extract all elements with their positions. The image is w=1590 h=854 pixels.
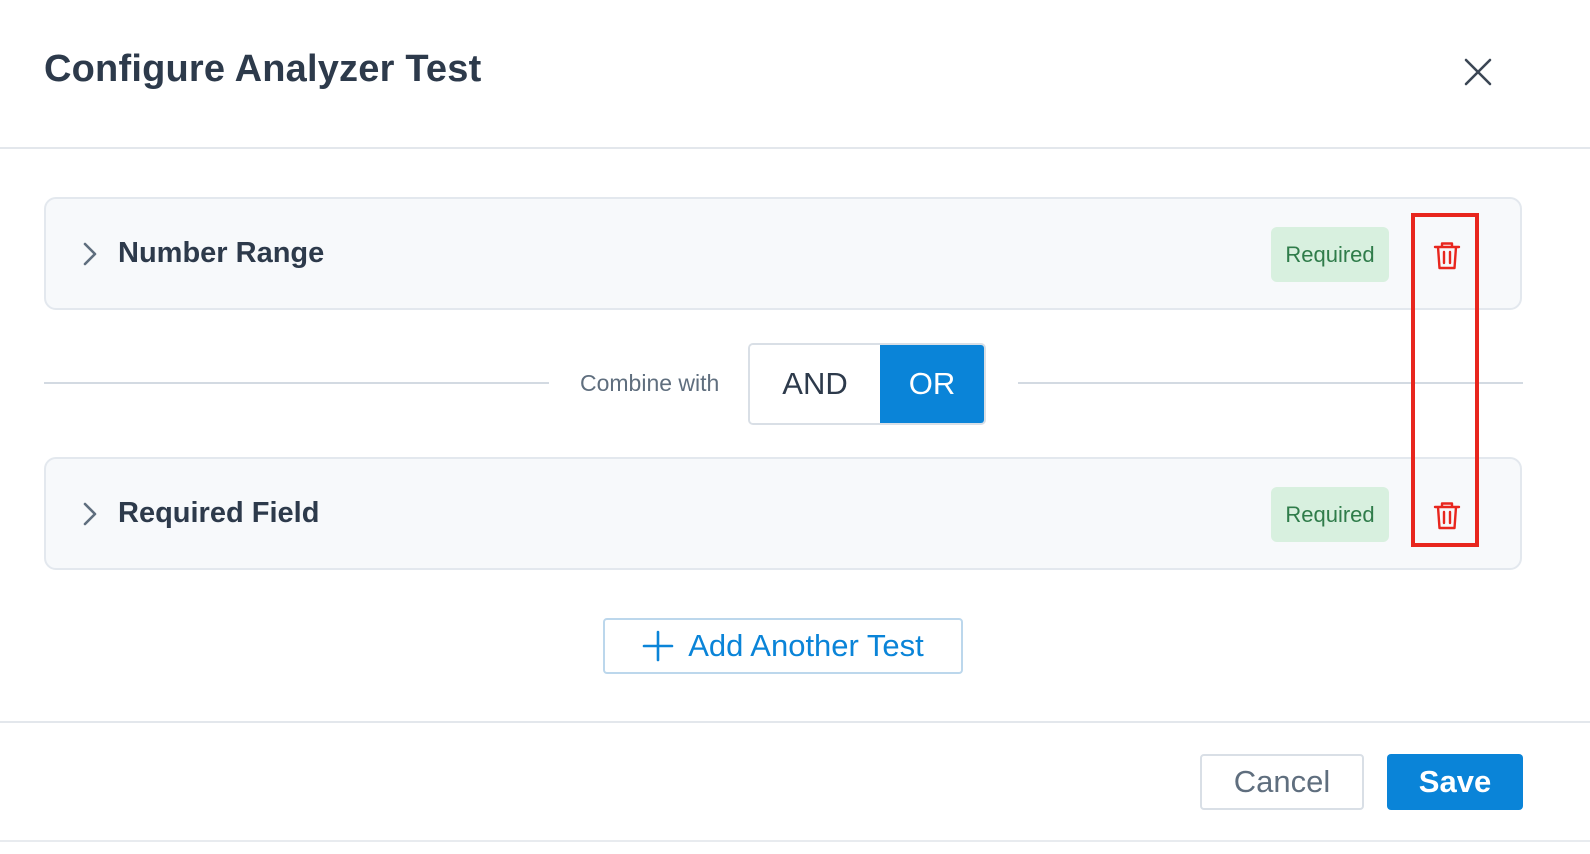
required-badge: Required <box>1271 487 1389 542</box>
chevron-right-icon <box>83 242 97 266</box>
toggle-or-button[interactable]: OR <box>880 345 984 423</box>
toggle-and-button[interactable]: AND <box>750 345 880 423</box>
trash-icon <box>1433 242 1461 270</box>
plus-icon <box>642 630 674 662</box>
chevron-right-icon <box>83 502 97 526</box>
dialog-title: Configure Analyzer Test <box>44 48 482 90</box>
add-another-test-label: Add Another Test <box>688 628 924 663</box>
close-button[interactable] <box>1458 52 1498 92</box>
delete-test-button[interactable] <box>1429 497 1465 533</box>
test-name: Required Field <box>118 497 320 529</box>
test-card-required-field[interactable]: Required Field Required <box>44 457 1522 570</box>
combine-label: Combine with <box>580 370 720 396</box>
footer-bottom-divider <box>0 840 1590 842</box>
save-button[interactable]: Save <box>1387 754 1523 810</box>
divider-left <box>44 382 549 384</box>
add-another-test-button[interactable]: Add Another Test <box>603 618 963 674</box>
footer-divider <box>0 721 1590 723</box>
dialog-header: Configure Analyzer Test <box>0 0 1590 149</box>
divider-right <box>1018 382 1523 384</box>
trash-icon <box>1433 502 1461 530</box>
cancel-button[interactable]: Cancel <box>1200 754 1364 810</box>
combine-toggle: AND OR <box>748 343 986 425</box>
expand-toggle[interactable] <box>78 239 102 269</box>
close-icon <box>1464 58 1492 86</box>
expand-toggle[interactable] <box>78 499 102 529</box>
required-badge: Required <box>1271 227 1389 282</box>
configure-test-dialog: Configure Analyzer Test Number Range Req… <box>0 0 1590 854</box>
delete-test-button[interactable] <box>1429 237 1465 273</box>
test-card-number-range[interactable]: Number Range Required <box>44 197 1522 310</box>
test-name: Number Range <box>118 237 325 269</box>
